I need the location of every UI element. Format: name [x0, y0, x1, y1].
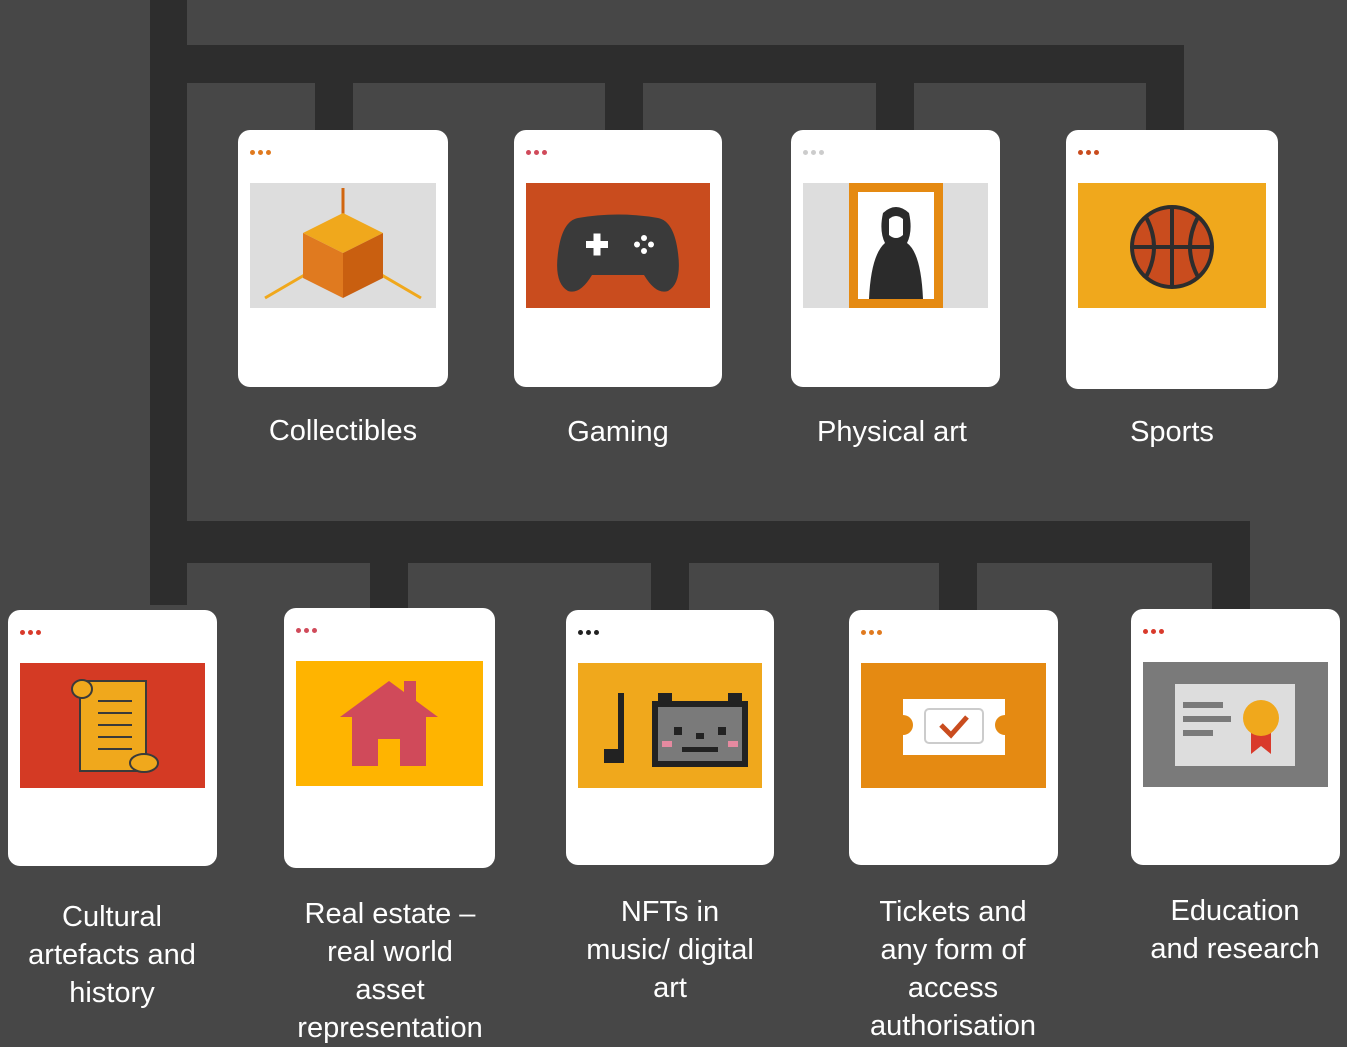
label-physical-art: Physical art	[817, 416, 967, 448]
label-sports: Sports	[1130, 416, 1214, 448]
card-education	[1131, 609, 1340, 865]
window-dots	[578, 630, 599, 636]
ticket-icon	[861, 663, 1046, 788]
card-collectibles	[238, 130, 448, 387]
window-dots	[803, 150, 824, 156]
top-drop-4	[1146, 45, 1184, 131]
house-icon	[296, 661, 483, 786]
window-dots	[250, 150, 271, 156]
card-nfts-music	[566, 610, 774, 865]
top-branch-bar	[150, 45, 1184, 83]
window-dots	[861, 630, 882, 636]
card-sports	[1066, 130, 1278, 389]
card-gaming	[514, 130, 722, 387]
bottom-branch-bar	[150, 521, 1250, 563]
window-dots	[1078, 150, 1099, 156]
pixel-cat-music-icon	[578, 663, 762, 788]
label-collectibles: Collectibles	[268, 415, 418, 447]
bottom-drop-5	[1212, 521, 1250, 610]
bottom-drop-2	[370, 563, 408, 610]
label-real-estate: Real estate – real world asset represent…	[297, 898, 483, 1044]
label-education: Education and research	[1150, 895, 1320, 965]
label-cultural-artefacts: Cultural artefacts and history	[28, 901, 196, 1009]
bottom-drop-4	[939, 563, 977, 610]
trunk-bar	[150, 0, 187, 605]
window-dots	[296, 628, 317, 634]
bottom-drop-3	[651, 563, 689, 610]
label-gaming: Gaming	[567, 416, 669, 448]
gamepad-icon	[526, 183, 710, 308]
top-drop-3	[876, 83, 914, 131]
card-physical-art	[791, 130, 1000, 387]
cube-icon	[250, 183, 436, 308]
scroll-icon	[20, 663, 205, 788]
card-cultural-artefacts	[8, 610, 217, 866]
certificate-icon	[1143, 662, 1328, 787]
top-drop-2	[605, 83, 643, 131]
window-dots	[1143, 629, 1164, 635]
basketball-icon	[1078, 183, 1266, 308]
label-tickets: Tickets and any form of access authorisa…	[869, 896, 1037, 1042]
card-real-estate	[284, 608, 495, 868]
label-nfts-music: NFTs in music/ digital art	[586, 896, 754, 1004]
window-dots	[526, 150, 547, 156]
portrait-frame-icon	[803, 183, 988, 308]
top-drop-1	[315, 83, 353, 131]
window-dots	[20, 630, 41, 636]
card-tickets	[849, 610, 1058, 865]
